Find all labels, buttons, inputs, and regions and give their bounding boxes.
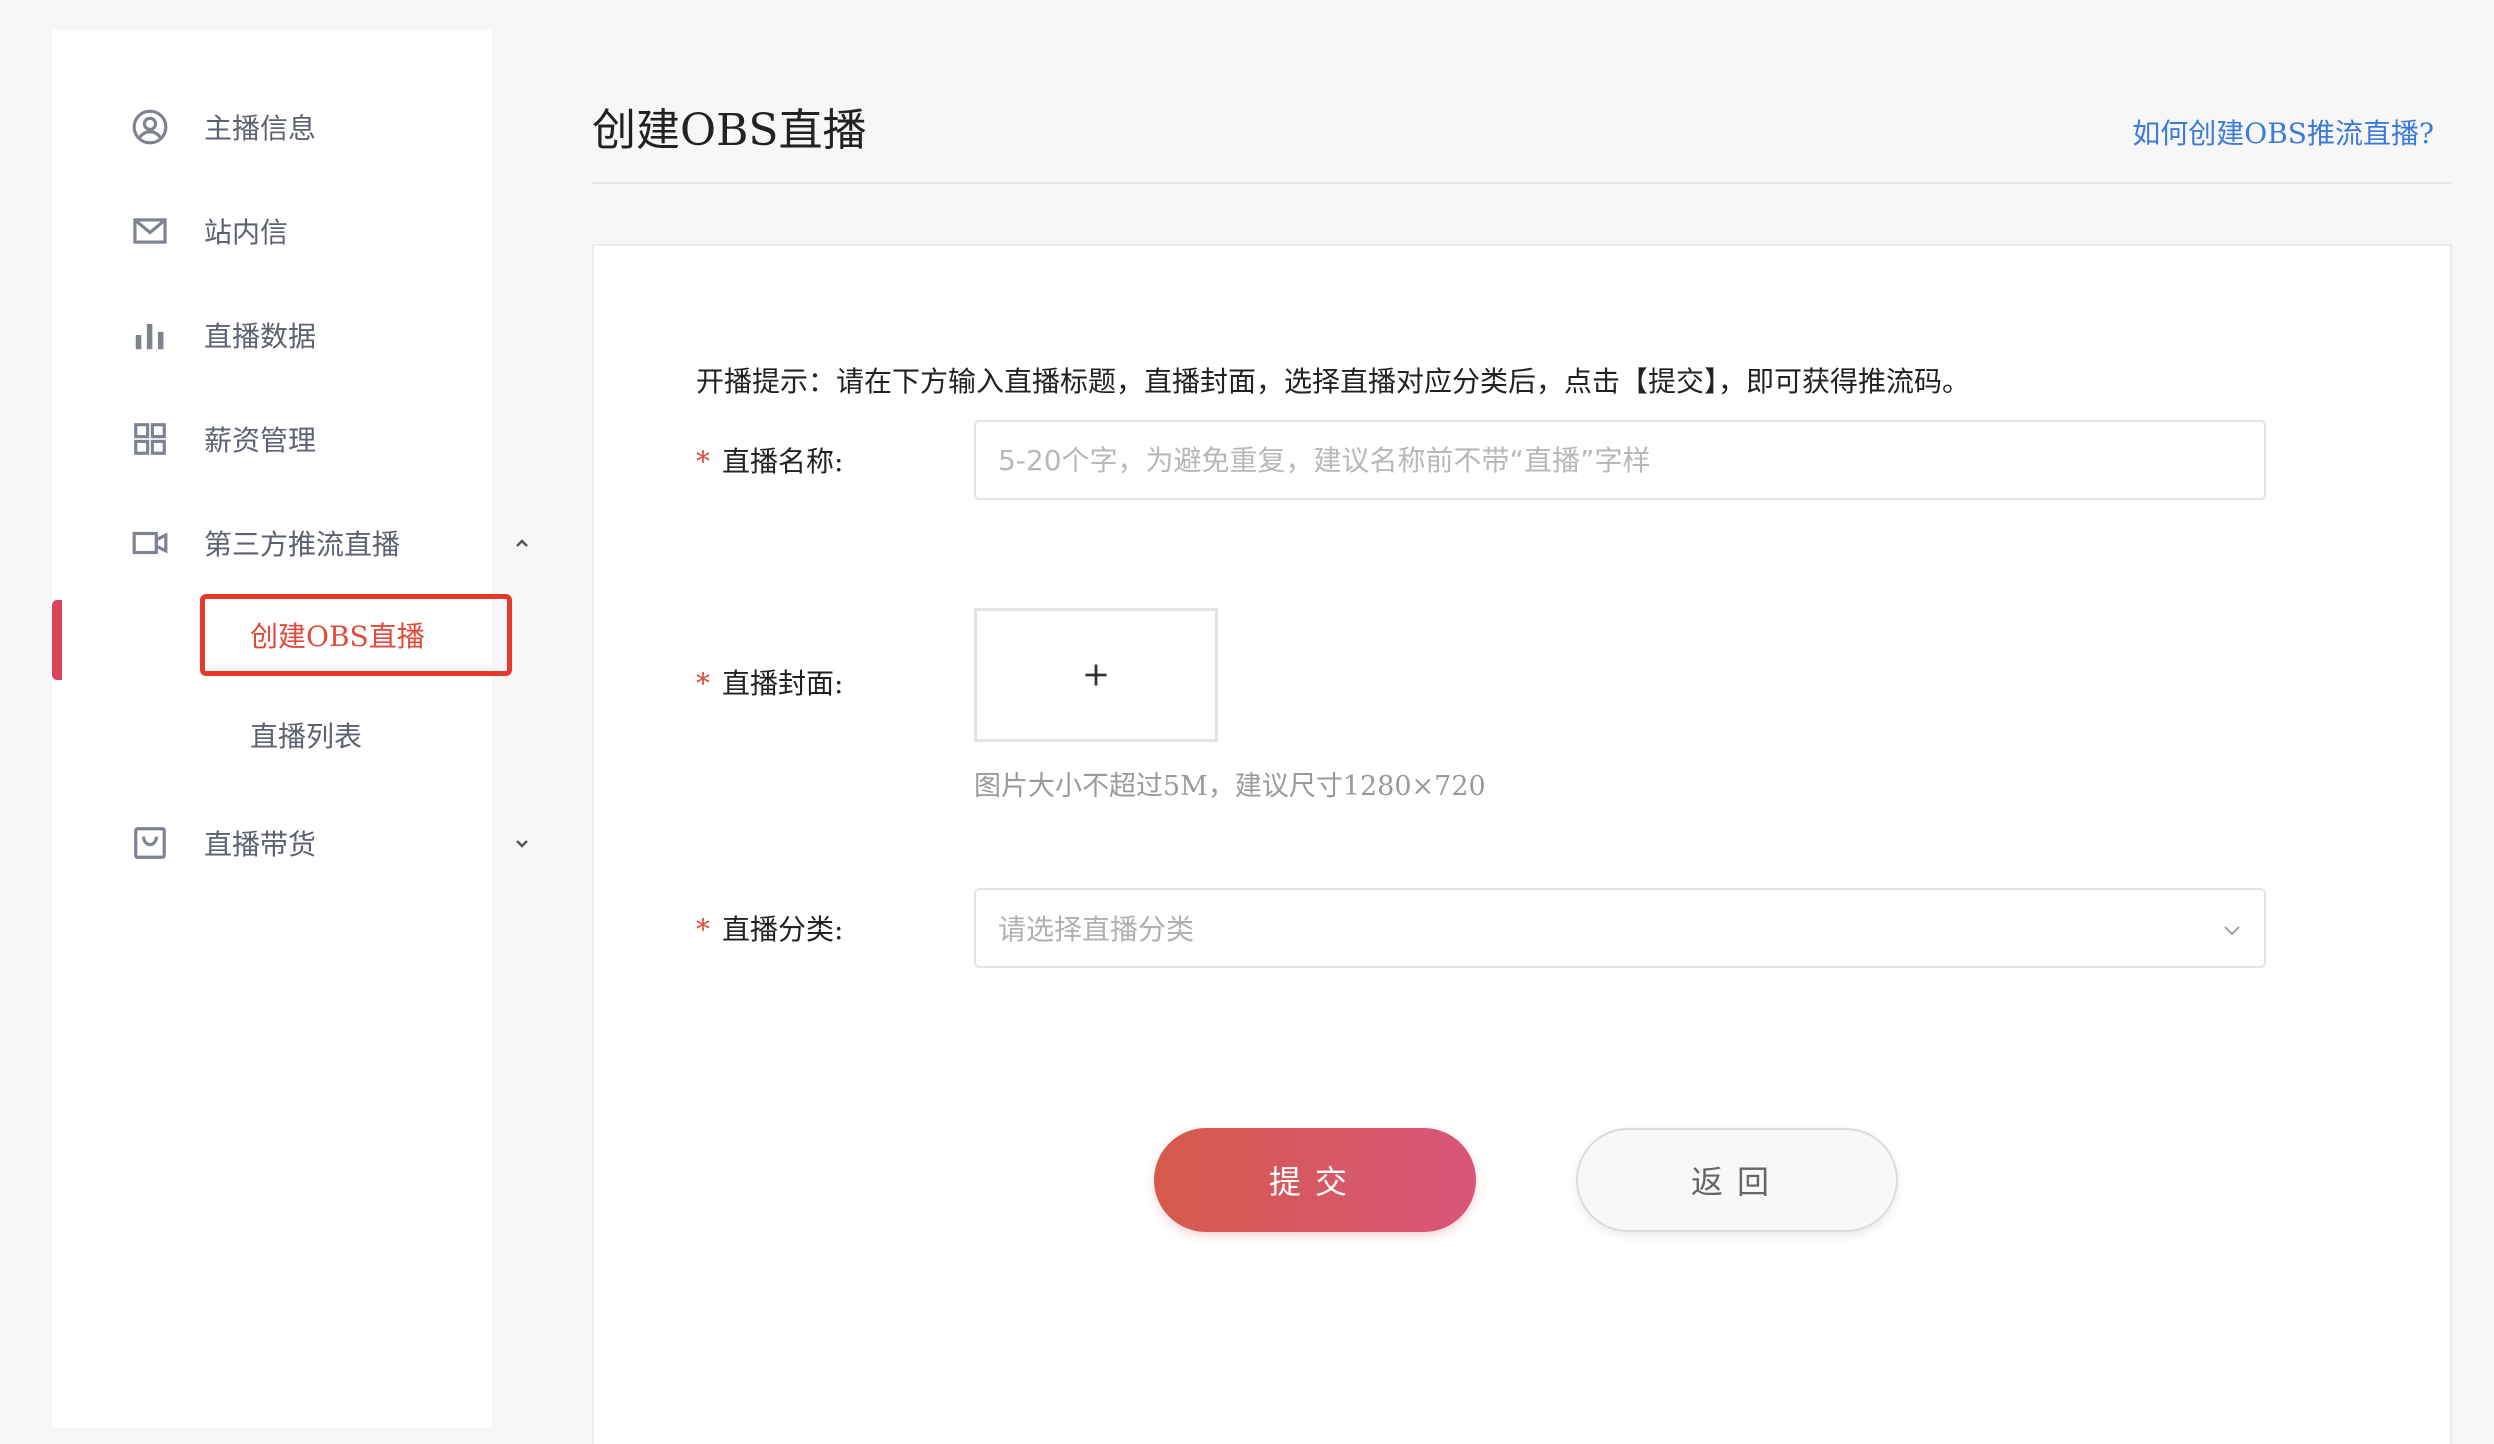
sidebar-item-label: 站内信	[204, 216, 289, 249]
sidebar-item-third-party-stream[interactable]: 第三方推流直播	[130, 513, 528, 573]
required-mark: *	[696, 445, 710, 478]
video-camera-icon	[130, 523, 170, 563]
category-select-placeholder: 请选择直播分类	[998, 913, 1195, 946]
sidebar-item-label: 第三方推流直播	[204, 528, 401, 561]
sidebar-item-live-data[interactable]: 直播数据	[130, 305, 470, 365]
required-mark: *	[696, 913, 710, 946]
form-tip: 开播提示：请在下方输入直播标题，直播封面，选择直播对应分类后，点击【提交】，即可…	[696, 365, 1971, 398]
chevron-down-icon	[2224, 926, 2240, 936]
sidebar-subitem-create-obs[interactable]: 创建OBS直播	[200, 594, 512, 676]
sidebar-subitem-live-list[interactable]: 直播列表	[200, 694, 512, 776]
name-label: * 直播名称:	[696, 440, 843, 480]
sidebar-item-label: 直播数据	[204, 320, 317, 353]
cover-upload-button[interactable]	[974, 608, 1218, 742]
back-button[interactable]: 返回	[1576, 1128, 1898, 1232]
live-name-input[interactable]	[974, 420, 2266, 500]
sidebar-item-streamer-info[interactable]: 主播信息	[130, 97, 470, 157]
cover-label-text: 直播封面:	[722, 667, 844, 700]
sidebar-item-label: 薪资管理	[204, 424, 317, 457]
sidebar-nav: 主播信息 站内信 直播数据 薪资管理 第三方推流直播 创建OBS直播 直播列表 …	[52, 30, 528, 1428]
category-label-text: 直播分类:	[722, 913, 844, 946]
user-circle-icon	[130, 107, 170, 147]
sidebar-item-messages[interactable]: 站内信	[130, 201, 470, 261]
submit-button[interactable]: 提交	[1154, 1128, 1476, 1232]
cover-label: * 直播封面:	[696, 662, 843, 702]
sidebar-item-label: 直播带货	[204, 828, 317, 861]
category-label: * 直播分类:	[696, 908, 843, 948]
category-select[interactable]: 请选择直播分类	[974, 888, 2266, 968]
cover-hint: 图片大小不超过5M，建议尺寸1280×720	[974, 771, 1486, 802]
name-label-text: 直播名称:	[722, 445, 844, 478]
shopping-bag-icon	[130, 823, 170, 863]
required-mark: *	[696, 667, 710, 700]
bar-chart-icon	[130, 315, 170, 355]
sidebar-item-label: 主播信息	[204, 112, 317, 145]
chevron-down-icon[interactable]	[510, 831, 534, 855]
sidebar-item-live-commerce[interactable]: 直播带货	[130, 813, 528, 873]
grid-icon	[130, 419, 170, 459]
page-title: 创建OBS直播	[592, 105, 867, 156]
divider	[592, 182, 2452, 184]
sidebar-item-salary[interactable]: 薪资管理	[130, 409, 470, 469]
plus-icon	[1085, 664, 1107, 686]
help-link[interactable]: 如何创建OBS推流直播?	[2132, 112, 2434, 152]
form-card: 开播提示：请在下方输入直播标题，直播封面，选择直播对应分类后，点击【提交】，即可…	[592, 244, 2452, 1444]
chevron-up-icon[interactable]	[510, 531, 534, 555]
mail-icon	[130, 211, 170, 251]
